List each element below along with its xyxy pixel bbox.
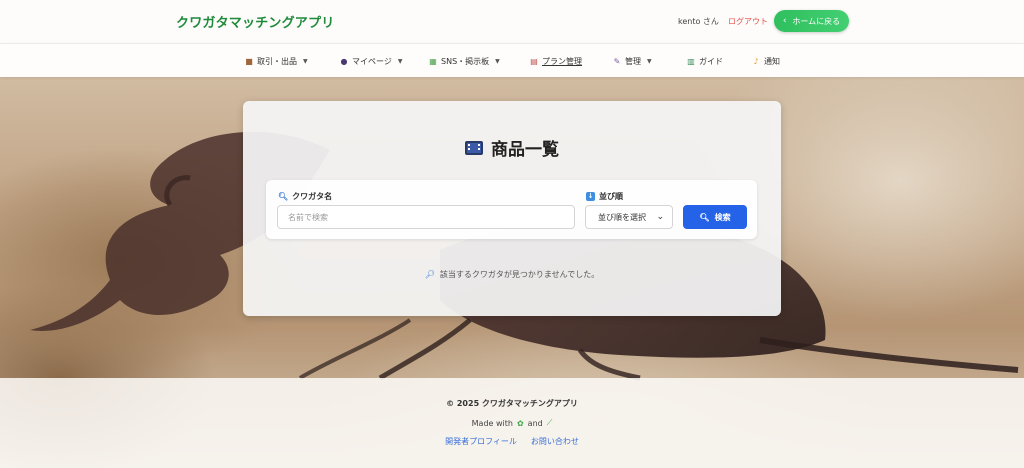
nav-item-label: 通知 — [764, 56, 780, 66]
film-icon — [465, 140, 483, 155]
book-icon: ▥ — [687, 56, 695, 66]
nav-item-label: ガイド — [699, 56, 723, 66]
tools-icon: ✎ — [613, 56, 621, 66]
plan-icon: ▤ — [530, 56, 538, 66]
nav-item-notify[interactable]: ♪ 通知 — [751, 54, 780, 68]
footer: © 2025 クワガタマッチングアプリ Made with ✿ and ⟋ 開発… — [0, 378, 1024, 468]
made-with-prefix: Made with — [471, 418, 513, 428]
empty-message-text: 該当するクワガタが見つかりませんでした。 — [439, 270, 600, 279]
nav-item-admin[interactable]: ✎ 管理 ▼ — [612, 54, 652, 68]
chevron-down-icon: ⌄ — [656, 212, 664, 222]
name-label-text: クワガタ名 — [292, 192, 333, 201]
search-button[interactable]: 🔍︎ 検索 — [683, 205, 747, 229]
nav-item-label: プラン管理 — [542, 56, 582, 66]
bell-icon: ♪ — [753, 56, 759, 66]
nav-item-sns[interactable]: ▦ SNS・掲示板 ▼ — [428, 54, 500, 68]
name-search-input[interactable] — [277, 205, 575, 229]
nav-item-label: SNS・掲示板 — [441, 56, 490, 66]
search-icon: 🔍︎ — [699, 212, 710, 222]
product-list-card: 商品一覧 🔍︎ クワガタ名 ↓ 並び順 並び順を選択 ⌄ 🔍︎ 検索 🔎︎ 該当… — [243, 101, 781, 316]
user-greeting: kento さん — [678, 17, 719, 26]
nav-item-label: マイページ — [352, 56, 392, 66]
sort-arrow-icon: ↓ — [586, 192, 595, 201]
search-form: 🔍︎ クワガタ名 ↓ 並び順 並び順を選択 ⌄ 🔍︎ 検索 — [266, 180, 757, 239]
empty-result-message: 🔎︎ 該当するクワガタが見つかりませんでした。 — [243, 269, 781, 280]
sprout-icon: ✿ — [516, 418, 524, 428]
sort-field-label: ↓ 並び順 — [586, 191, 623, 202]
logout-link[interactable]: ログアウト — [728, 16, 768, 27]
chevron-left-icon: ‹ — [782, 16, 787, 26]
made-with-and: and — [527, 418, 543, 428]
magnifier-icon: 🔍︎ — [278, 192, 289, 201]
home-button-label: ホームに戻る — [792, 16, 841, 26]
magnifier-icon: 🔎︎ — [424, 270, 435, 279]
caret-down-icon: ▼ — [303, 57, 308, 65]
sort-label-text: 並び順 — [599, 192, 623, 201]
nav-item-label: 取引・出品 — [257, 56, 297, 66]
main-nav: ■ 取引・出品 ▼ ● マイページ ▼ ▦ SNS・掲示板 ▼ ▤ プラン管理 … — [0, 43, 1024, 77]
image-icon: ▦ — [429, 56, 437, 66]
nav-item-mypage[interactable]: ● マイページ ▼ — [339, 54, 403, 68]
package-icon: ■ — [245, 56, 253, 66]
made-with-line: Made with ✿ and ⟋ — [0, 418, 1024, 428]
page-title-row: 商品一覧 — [243, 135, 781, 160]
page-title: 商品一覧 — [491, 140, 559, 160]
app-brand[interactable]: クワガタマッチングアプリ — [176, 12, 334, 31]
nav-item-trade[interactable]: ■ 取引・出品 ▼ — [244, 54, 308, 68]
nav-item-guide[interactable]: ▥ ガイド — [686, 54, 723, 68]
name-field-label: 🔍︎ クワガタ名 — [278, 191, 332, 202]
caret-down-icon: ▼ — [647, 57, 652, 65]
developer-profile-link[interactable]: 開発者プロフィール — [445, 436, 517, 447]
user-icon: ● — [340, 56, 348, 66]
caret-down-icon: ▼ — [495, 57, 500, 65]
nav-item-label: 管理 — [625, 56, 641, 66]
contact-link[interactable]: お問い合わせ — [531, 436, 579, 447]
footer-links: 開発者プロフィール お問い合わせ — [0, 436, 1024, 447]
search-button-label: 検索 — [714, 212, 731, 222]
sort-selected-value: 並び順を選択 — [598, 212, 646, 222]
nav-item-plan[interactable]: ▤ プラン管理 — [529, 54, 582, 68]
sort-select[interactable]: 並び順を選択 ⌄ — [585, 205, 673, 229]
copyright: © 2025 クワガタマッチングアプリ — [446, 399, 578, 408]
caret-down-icon: ▼ — [397, 57, 403, 65]
leaf-icon: ⟋ — [546, 418, 553, 427]
top-header: クワガタマッチングアプリ kento さん ログアウト ‹ ホームに戻る — [0, 0, 1024, 43]
home-button[interactable]: ‹ ホームに戻る — [774, 10, 849, 32]
